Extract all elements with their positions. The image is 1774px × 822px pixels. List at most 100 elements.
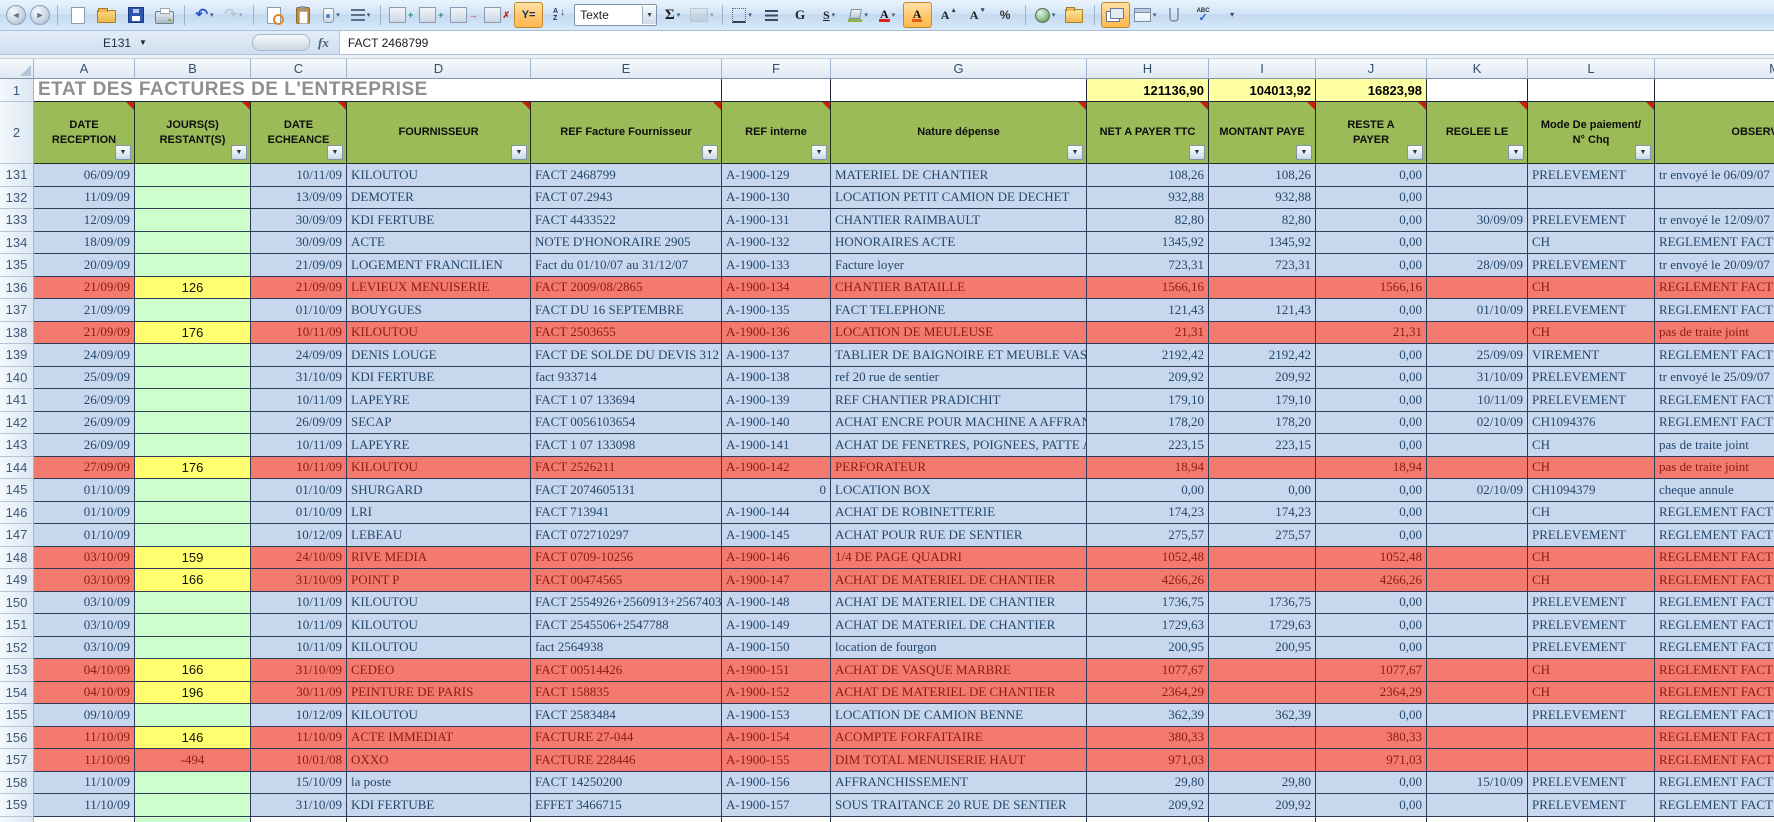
cell-d152[interactable]: KILOUTOU: [347, 636, 531, 659]
cell-a133[interactable]: 12/09/09: [34, 209, 135, 232]
cell-m139[interactable]: REGLEMENT FACT: [1655, 344, 1774, 367]
cell-l154[interactable]: CH: [1528, 681, 1655, 704]
cell-f142[interactable]: A-1900-140: [722, 411, 831, 434]
cell-m133[interactable]: tr envoyé le 12/09/07: [1655, 209, 1774, 232]
cell-e154[interactable]: FACT 158835: [531, 681, 722, 704]
save-button[interactable]: [122, 3, 149, 27]
cell-b144[interactable]: 176: [135, 456, 251, 479]
cell-j140[interactable]: 0,00: [1316, 366, 1427, 389]
cell-l143[interactable]: CH: [1528, 434, 1655, 457]
cell-k135[interactable]: 28/09/09: [1427, 254, 1528, 277]
shrink-font-button[interactable]: A: [963, 3, 990, 27]
cell-i144[interactable]: [1209, 456, 1316, 479]
cell-c131[interactable]: 10/11/09: [251, 164, 347, 187]
cell-h143[interactable]: 223,15: [1087, 434, 1209, 457]
cell-b136[interactable]: 126: [135, 276, 251, 299]
cell-l158[interactable]: PRELEVEMENT: [1528, 771, 1655, 794]
number-format-combo[interactable]: Texte ▼: [574, 4, 658, 26]
outline-list-button[interactable]: ▾: [347, 3, 374, 27]
cell-m144[interactable]: pas de traite joint: [1655, 456, 1774, 479]
cell-b131[interactable]: [135, 164, 251, 187]
cell-e159[interactable]: EFFET 3466715: [531, 794, 722, 817]
cell-k146[interactable]: [1427, 501, 1528, 524]
cell-c149[interactable]: 31/10/09: [251, 569, 347, 592]
cell-d146[interactable]: LRI: [347, 501, 531, 524]
row-header[interactable]: 154: [0, 681, 34, 704]
cell-b158[interactable]: [135, 771, 251, 794]
cell-j159[interactable]: 0,00: [1316, 794, 1427, 817]
cell-b160[interactable]: [135, 816, 251, 822]
cell-m137[interactable]: REGLEMENT FACT: [1655, 299, 1774, 322]
cell-h136[interactable]: 1566,16: [1087, 276, 1209, 299]
cell-k154[interactable]: [1427, 681, 1528, 704]
cell-h147[interactable]: 275,57: [1087, 524, 1209, 547]
cell-i142[interactable]: 178,20: [1209, 411, 1316, 434]
cell-j139[interactable]: 0,00: [1316, 344, 1427, 367]
cell-h159[interactable]: 209,92: [1087, 794, 1209, 817]
cell-h133[interactable]: 82,80: [1087, 209, 1209, 232]
cell-c135[interactable]: 21/09/09: [251, 254, 347, 277]
cell-b150[interactable]: [135, 591, 251, 614]
cell-g150[interactable]: ACHAT DE MATERIEL DE CHANTIER: [831, 591, 1087, 614]
cell-h160[interactable]: [1087, 816, 1209, 822]
cell-c154[interactable]: 30/11/09: [251, 681, 347, 704]
cell-m159[interactable]: REGLEMENT FACT: [1655, 794, 1774, 817]
cell-h156[interactable]: 380,33: [1087, 726, 1209, 749]
cell-l131[interactable]: PRELEVEMENT: [1528, 164, 1655, 187]
cell-h155[interactable]: 362,39: [1087, 704, 1209, 727]
cell-k153[interactable]: [1427, 659, 1528, 682]
cell-c152[interactable]: 10/11/09: [251, 636, 347, 659]
cell-c157[interactable]: 10/01/08: [251, 749, 347, 772]
cell-k145[interactable]: 02/10/09: [1427, 479, 1528, 502]
cell-e131[interactable]: FACT 2468799: [531, 164, 722, 187]
cell-g136[interactable]: CHANTIER BATAILLE: [831, 276, 1087, 299]
cell-f159[interactable]: A-1900-157: [722, 794, 831, 817]
cell-h140[interactable]: 209,92: [1087, 366, 1209, 389]
cell-e145[interactable]: FACT 2074605131: [531, 479, 722, 502]
cell-k142[interactable]: 02/10/09: [1427, 411, 1528, 434]
cell-i138[interactable]: [1209, 321, 1316, 344]
cell-b138[interactable]: 176: [135, 321, 251, 344]
cell-g160[interactable]: [831, 816, 1087, 822]
cell-f150[interactable]: A-1900-148: [722, 591, 831, 614]
row-header[interactable]: 140: [0, 366, 34, 389]
cell-e150[interactable]: FACT 2554926+2560913+2567403: [531, 591, 722, 614]
filter-dropdown-icon[interactable]: ▼: [1407, 145, 1423, 160]
row-header[interactable]: 137: [0, 299, 34, 322]
row-header[interactable]: 131: [0, 164, 34, 187]
cell-a159[interactable]: 11/10/09: [34, 794, 135, 817]
cell-d133[interactable]: KDI FERTUBE: [347, 209, 531, 232]
cell-e143[interactable]: FACT 1 07 133098: [531, 434, 722, 457]
cell-a150[interactable]: 03/10/09: [34, 591, 135, 614]
cell-g139[interactable]: TABLIER DE BAIGNOIRE ET MEUBLE VASQUE B: [831, 344, 1087, 367]
cell-e160[interactable]: [531, 816, 722, 822]
cell-m146[interactable]: REGLEMENT FACT: [1655, 501, 1774, 524]
row-header[interactable]: 149: [0, 569, 34, 592]
cell-i135[interactable]: 723,31: [1209, 254, 1316, 277]
cell-d157[interactable]: OXXO: [347, 749, 531, 772]
cell-g156[interactable]: ACOMPTE FORFAITAIRE: [831, 726, 1087, 749]
cell-h152[interactable]: 200,95: [1087, 636, 1209, 659]
cell-j152[interactable]: 0,00: [1316, 636, 1427, 659]
cell-b153[interactable]: 166: [135, 659, 251, 682]
cell-b156[interactable]: 146: [135, 726, 251, 749]
cell-d142[interactable]: SECAP: [347, 411, 531, 434]
cell-m136[interactable]: REGLEMENT FACT: [1655, 276, 1774, 299]
cell-m143[interactable]: pas de traite joint: [1655, 434, 1774, 457]
cell-m154[interactable]: REGLEMENT FACT: [1655, 681, 1774, 704]
cell-f155[interactable]: A-1900-153: [722, 704, 831, 727]
highlight-color-button[interactable]: A: [902, 2, 932, 28]
paste-button[interactable]: [289, 3, 316, 27]
cell-k149[interactable]: [1427, 569, 1528, 592]
cell-i153[interactable]: [1209, 659, 1316, 682]
cell-f135[interactable]: A-1900-133: [722, 254, 831, 277]
filter-dropdown-icon[interactable]: ▼: [1296, 145, 1312, 160]
cell-b148[interactable]: 159: [135, 546, 251, 569]
fill-jar-button[interactable]: ▾: [318, 3, 345, 27]
column-header-l[interactable]: L: [1528, 59, 1655, 79]
cell-b146[interactable]: [135, 501, 251, 524]
chevron-down-icon[interactable]: ▼: [642, 6, 657, 24]
cell-a137[interactable]: 21/09/09: [34, 299, 135, 322]
cell-g137[interactable]: FACT TELEPHONE: [831, 299, 1087, 322]
cell-j154[interactable]: 2364,29: [1316, 681, 1427, 704]
